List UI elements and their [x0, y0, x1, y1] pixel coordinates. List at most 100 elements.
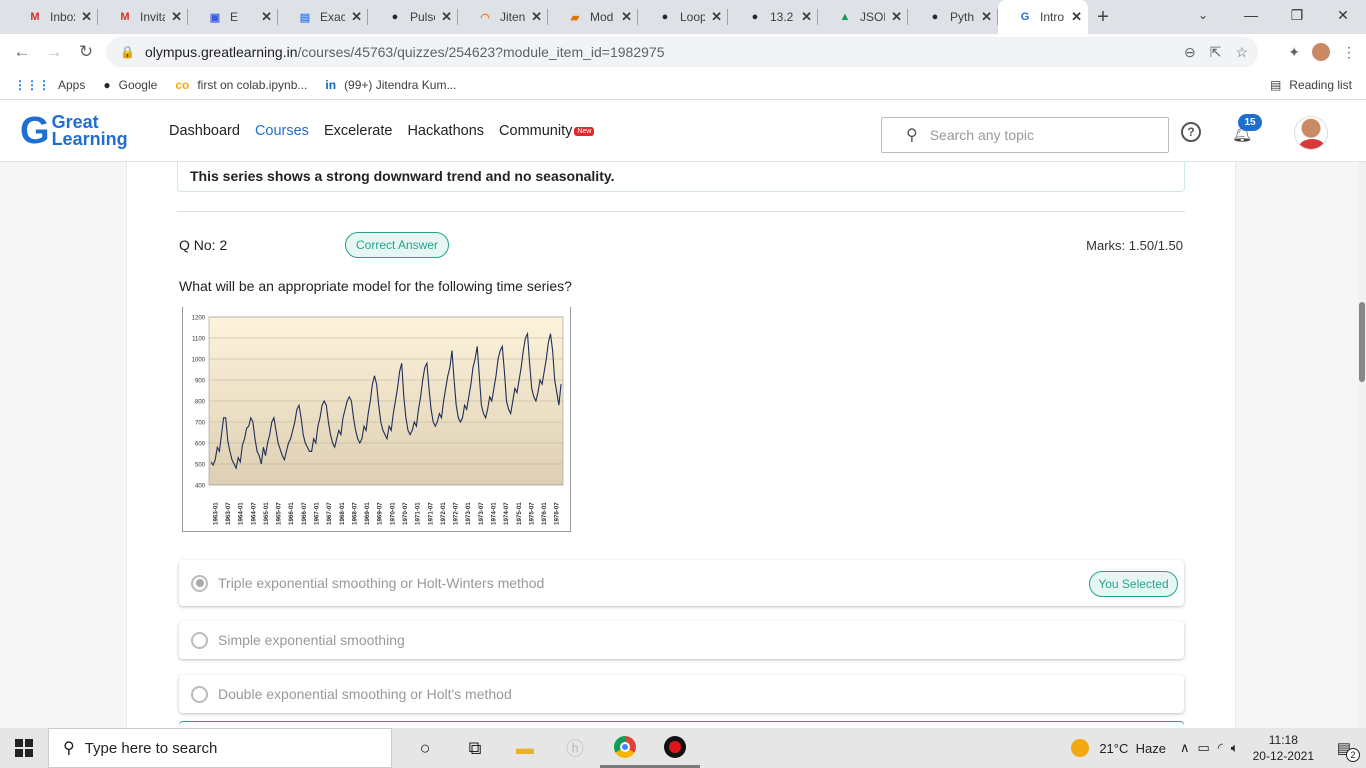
radio-icon[interactable] [191, 631, 208, 649]
tab-close-icon[interactable]: ✕ [531, 9, 542, 25]
main-nav: Dashboard Courses Excelerate Hackathons Comm… [169, 123, 624, 139]
option-3-text: Double exponential smoothing or Holt's m… [218, 686, 512, 702]
tab-close-icon[interactable]: ✕ [801, 9, 812, 25]
restore-button[interactable]: ❐ [1274, 0, 1320, 30]
cortana-icon[interactable]: ○ [400, 728, 450, 768]
nav-excelerate[interactable]: Excelerate [324, 123, 393, 139]
help-icon[interactable]: ? [1181, 122, 1201, 142]
logo-line-2: Learning [51, 129, 128, 149]
tab-close-icon[interactable]: ✕ [891, 9, 902, 25]
tab-close-icon[interactable]: ✕ [1071, 9, 1082, 25]
x-tick-label: 1968-07 [351, 502, 358, 525]
kebab-menu-icon[interactable]: ⋮ [1342, 44, 1356, 61]
new-tab-button[interactable]: + [1088, 0, 1118, 34]
x-tick-label: 1975-07 [528, 502, 535, 525]
great-learning-logo[interactable]: G Great Learning [20, 112, 128, 150]
browser-tab[interactable]: M Inbox ✕ [8, 0, 98, 34]
radio-icon[interactable] [191, 685, 208, 703]
browser-tab[interactable]: ● Pulse ✕ [368, 0, 458, 34]
scrollbar[interactable] [1358, 162, 1366, 728]
x-tick-label: 1972-07 [453, 502, 460, 525]
bookmark-item[interactable]: ⋮⋮⋮ Apps [14, 78, 85, 92]
zoom-icon[interactable]: ⊖ [1184, 44, 1196, 61]
nav-courses[interactable]: Courses [255, 123, 309, 139]
search-placeholder: Search any topic [929, 127, 1035, 143]
reload-icon[interactable]: ↻ [70, 36, 102, 68]
volume-icon[interactable]: 🔈︎ [1231, 740, 1239, 756]
browser-tab[interactable]: ▤ Exact ✕ [278, 0, 368, 34]
tab-close-icon[interactable]: ✕ [81, 9, 92, 25]
gmail-icon: M [120, 11, 130, 23]
option-1[interactable]: Triple exponential smoothing or Holt-Win… [179, 560, 1184, 606]
scrollbar-thumb[interactable] [1359, 302, 1365, 382]
clock[interactable]: 11:18 20-12-2021 [1253, 732, 1314, 764]
chart-svg: 400 500 600 700 800 900 1000 1100 1200 1963-01 196… [192, 316, 564, 525]
back-arrow-icon[interactable]: ← [6, 36, 38, 68]
nav-community[interactable]: Community New [499, 123, 609, 139]
browser-tab[interactable]: M Invita ✕ [98, 0, 188, 34]
search-icon: ⚲ [63, 740, 75, 757]
tab-close-icon[interactable]: ✕ [711, 9, 722, 25]
search-input[interactable]: ⚲ Search any topic [881, 117, 1169, 153]
browser-tab[interactable]: ● 13.2 ✕ [728, 0, 818, 34]
x-tick-label: 1967-01 [313, 502, 320, 525]
nav-dashboard[interactable]: Dashboard [169, 123, 240, 139]
file-explorer-icon[interactable]: ▬ [500, 728, 550, 768]
browser-tab[interactable]: ▣ E ✕ [188, 0, 278, 34]
bookmark-star-icon[interactable]: ☆ [1235, 44, 1248, 61]
bookmark-item[interactable]: in (99+) Jitendra Kum... [325, 78, 456, 92]
browser-tab[interactable]: ▲ JSON ✕ [818, 0, 908, 34]
wifi-icon[interactable]: ◜ [1218, 740, 1223, 756]
share-icon[interactable]: ⇱ [1210, 44, 1222, 61]
windows-start-icon[interactable] [0, 728, 48, 768]
weather-widget[interactable]: 21°C Haze [1071, 739, 1166, 757]
tab-search-chevron-icon[interactable]: ⌄ [1188, 4, 1218, 26]
tab-title: JSON [860, 10, 885, 24]
logo-g-icon: G [20, 110, 50, 152]
tab-close-icon[interactable]: ✕ [261, 9, 272, 25]
screen-recorder-icon[interactable] [650, 728, 700, 768]
option-2[interactable]: Simple exponential smoothing [179, 621, 1184, 659]
forward-arrow-icon[interactable]: → [38, 36, 70, 68]
option-3[interactable]: Double exponential smoothing or Holt's m… [179, 675, 1184, 713]
tab-title: Invita [140, 10, 165, 24]
tab-close-icon[interactable]: ✕ [171, 9, 182, 25]
browser-tab[interactable]: ● Loop ✕ [638, 0, 728, 34]
docs-icon: ▤ [299, 11, 311, 24]
y-tick-label: 500 [195, 463, 206, 469]
tray-chevron-icon[interactable]: ∧ [1180, 740, 1190, 756]
profile-avatar-icon[interactable] [1312, 43, 1330, 61]
tab-close-icon[interactable]: ✕ [621, 9, 632, 25]
clock-date: 20-12-2021 [1252, 749, 1314, 763]
url-input[interactable]: 🔒 olympus.greatlearning.in /courses/4576… [106, 37, 1258, 67]
bookmarks-bar: ⋮⋮⋮ Apps ● Google co first on colab.ipynb... i… [0, 70, 1366, 100]
browser-tab[interactable]: ▰ Mod ✕ [548, 0, 638, 34]
tab-title: 13.2 [770, 10, 794, 24]
x-tick-label: 1971-07 [427, 502, 434, 525]
tab-close-icon[interactable]: ✕ [441, 9, 452, 25]
avatar[interactable] [1294, 116, 1328, 150]
nav-label: Dashboard [169, 123, 240, 139]
bookmark-item[interactable]: ● Google [103, 78, 157, 92]
reading-list-button[interactable]: ▤ Reading list [1270, 78, 1352, 92]
hp-icon[interactable]: ⓗ [550, 728, 600, 768]
taskbar-search-input[interactable]: ⚲ Type here to search [48, 728, 392, 768]
chrome-icon[interactable] [600, 728, 650, 768]
browser-tab[interactable]: ● Pyth ✕ [908, 0, 998, 34]
extensions-puzzle-icon[interactable]: ✦ [1288, 44, 1300, 61]
github-icon: ● [751, 11, 759, 23]
close-window-button[interactable]: ✕ [1320, 0, 1366, 30]
tab-close-icon[interactable]: ✕ [981, 9, 992, 25]
minimize-button[interactable]: — [1228, 0, 1274, 30]
correct-answer-badge: Correct Answer [345, 232, 449, 258]
x-tick-label: 1967-07 [326, 502, 333, 525]
task-view-icon[interactable]: ⧉ [450, 728, 500, 768]
bookmark-item[interactable]: co first on colab.ipynb... [175, 78, 307, 92]
tab-close-icon[interactable]: ✕ [351, 9, 362, 25]
battery-icon[interactable]: ▭ [1197, 740, 1209, 756]
browser-tab[interactable]: ◠ Jiten ✕ [458, 0, 548, 34]
radio-selected-icon[interactable] [191, 574, 208, 592]
nav-hackathons[interactable]: Hackathons [407, 123, 484, 139]
browser-tab[interactable]: G Intro ✕ [998, 0, 1088, 34]
action-center-icon[interactable]: ▤ 2 [1332, 736, 1360, 762]
